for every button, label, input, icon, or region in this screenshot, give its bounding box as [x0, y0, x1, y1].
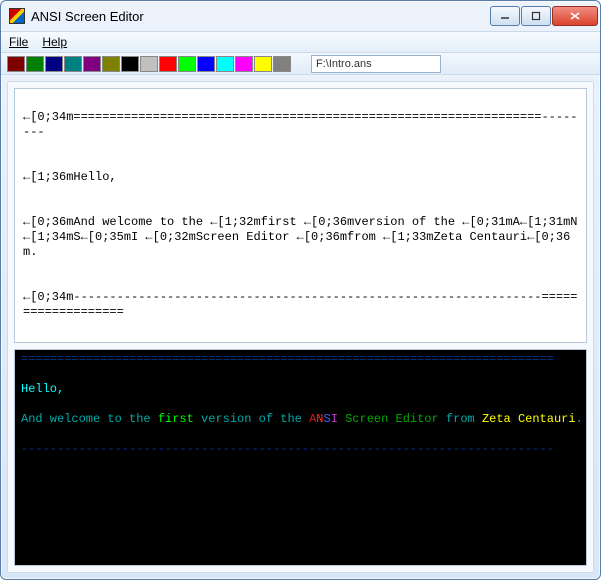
source-panel[interactable]: ←[0;34m=================================… [14, 88, 587, 343]
window-title: ANSI Screen Editor [31, 9, 490, 24]
color-swatch-0[interactable] [7, 56, 25, 72]
minimize-icon [500, 11, 510, 21]
color-swatch-6[interactable] [121, 56, 139, 72]
color-swatch-3[interactable] [64, 56, 82, 72]
preview-rule-bottom: ----------------------------------------… [21, 442, 580, 457]
color-swatch-5[interactable] [102, 56, 120, 72]
color-swatch-12[interactable] [235, 56, 253, 72]
color-swatch-7[interactable] [140, 56, 158, 72]
preview-rule-top: ========================================… [21, 352, 580, 367]
color-swatch-13[interactable] [254, 56, 272, 72]
src-line: ←[0;34m=================================… [23, 110, 578, 139]
file-path-input[interactable] [311, 55, 441, 73]
client-area: ←[0;34m=================================… [7, 81, 594, 573]
color-swatch-1[interactable] [26, 56, 44, 72]
close-icon [569, 11, 581, 21]
menu-help[interactable]: Help [42, 35, 67, 49]
src-line: ←[0;34m---------------------------------… [23, 290, 578, 319]
maximize-button[interactable] [521, 6, 551, 26]
color-swatch-8[interactable] [159, 56, 177, 72]
color-swatch-11[interactable] [216, 56, 234, 72]
color-toolbar [1, 53, 600, 75]
titlebar[interactable]: ANSI Screen Editor [1, 1, 600, 31]
window-buttons [490, 6, 598, 26]
menubar: File Help [1, 31, 600, 53]
maximize-icon [531, 11, 541, 21]
app-icon [9, 8, 25, 24]
preview-panel[interactable]: ========================================… [14, 349, 587, 566]
minimize-button[interactable] [490, 6, 520, 26]
color-swatch-10[interactable] [197, 56, 215, 72]
color-swatch-14[interactable] [273, 56, 291, 72]
src-line: ←[1;36mHello, [23, 170, 117, 184]
app-window: ANSI Screen Editor File Help ←[0;34m====… [0, 0, 601, 580]
src-line: ←[0;36mAnd welcome to the ←[1;32mfirst ←… [23, 215, 578, 259]
preview-hello: Hello, [21, 382, 64, 396]
color-swatch-row [7, 56, 291, 72]
close-button[interactable] [552, 6, 598, 26]
color-swatch-9[interactable] [178, 56, 196, 72]
menu-file[interactable]: File [9, 35, 28, 49]
color-swatch-2[interactable] [45, 56, 63, 72]
preview-line-2: And welcome to the first version of the … [21, 412, 580, 427]
color-swatch-4[interactable] [83, 56, 101, 72]
